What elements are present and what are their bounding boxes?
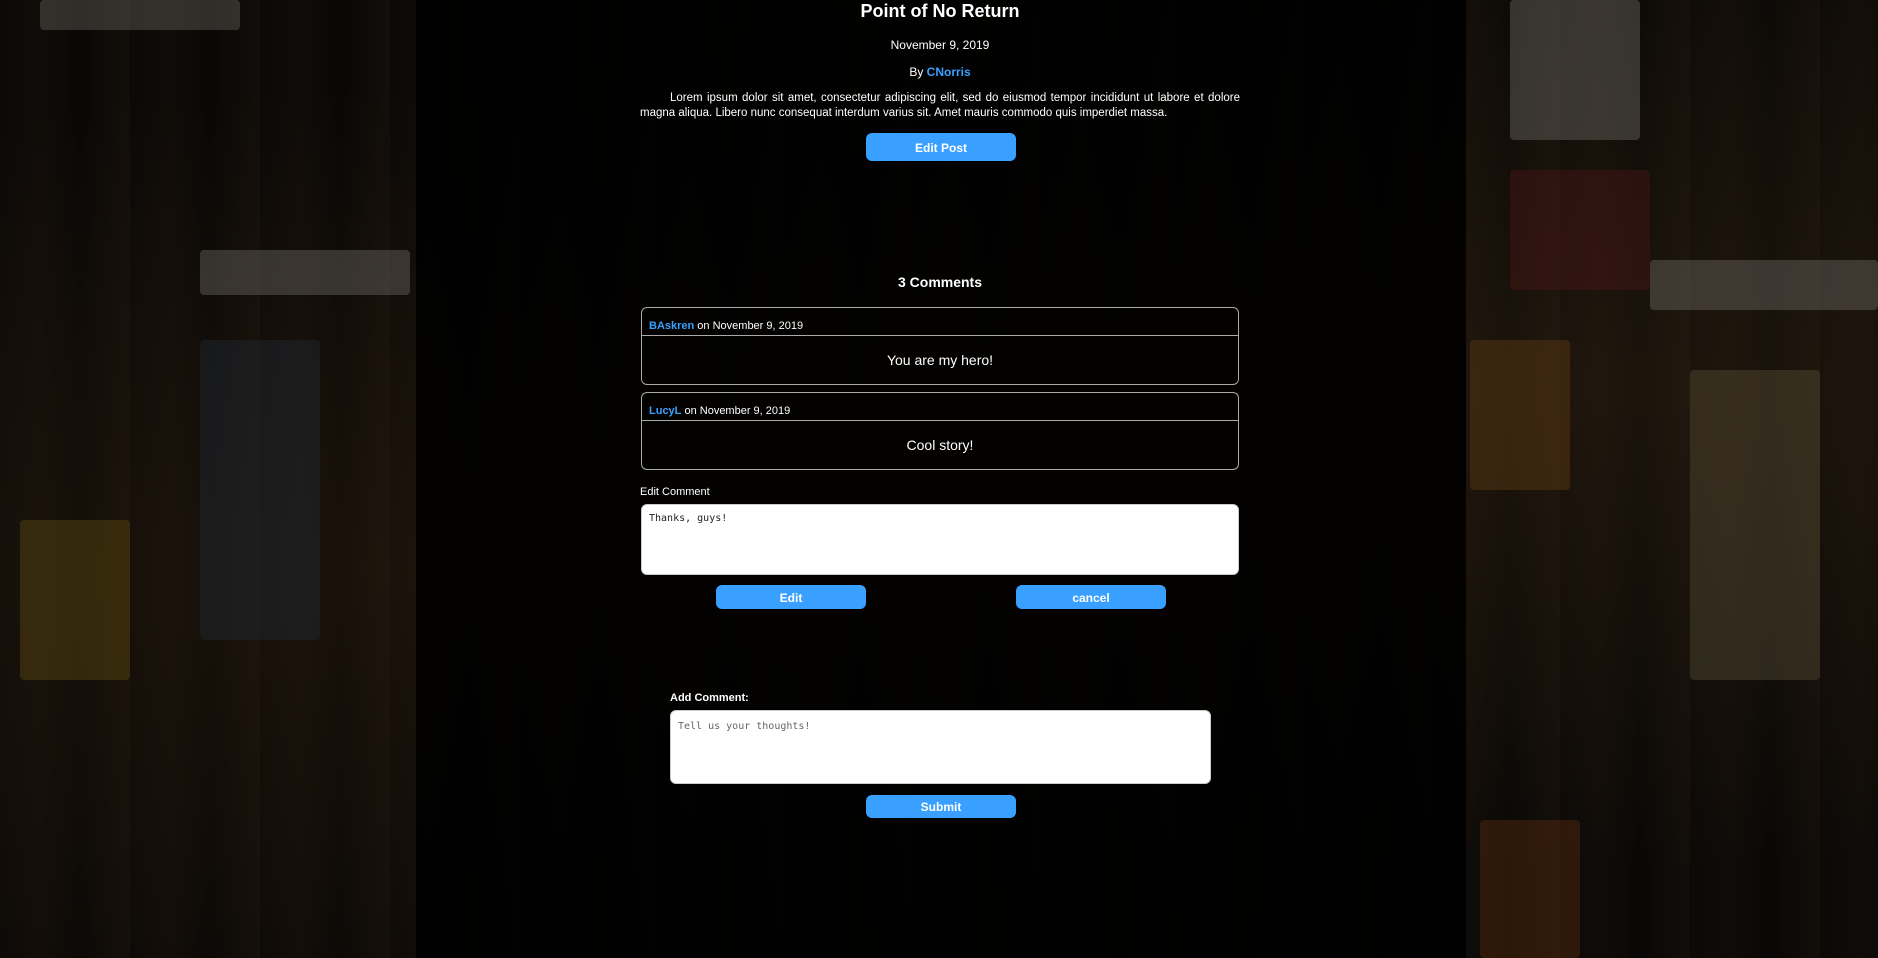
comment-text: You are my hero!	[886, 352, 994, 368]
post-title: Point of No Return	[860, 1, 1020, 21]
comment-card: BAskren on November 9, 2019 You are my h…	[641, 307, 1239, 385]
post-date: November 9, 2019	[890, 38, 990, 52]
comment-text: Cool story!	[906, 437, 974, 453]
comment-author-link[interactable]: BAskren	[649, 320, 694, 332]
edit-post-button[interactable]: Edit Post	[866, 133, 1016, 161]
post-author-link[interactable]: CNorris	[927, 65, 971, 79]
add-comment-textarea[interactable]	[670, 710, 1211, 784]
edit-comment-textarea[interactable]: Thanks, guys!	[641, 504, 1239, 575]
comment-author-link[interactable]: LucyL	[649, 405, 681, 417]
edit-comment-label: Edit Comment	[640, 486, 710, 498]
comment-header: BAskren on November 9, 2019	[642, 308, 1238, 336]
comment-card: LucyL on November 9, 2019 Cool story!	[641, 392, 1239, 470]
comment-header: LucyL on November 9, 2019	[642, 393, 1238, 421]
edit-comment-button[interactable]: Edit	[716, 585, 866, 609]
comment-date: on November 9, 2019	[694, 320, 804, 332]
comments-count: 3 Comments	[897, 274, 983, 290]
comment-date: on November 9, 2019	[681, 405, 791, 417]
by-label: By	[909, 65, 924, 79]
cancel-edit-button[interactable]: cancel	[1016, 585, 1166, 609]
add-comment-label: Add Comment:	[670, 692, 749, 704]
post-body: Lorem ipsum dolor sit amet, consectetur …	[640, 92, 1240, 119]
submit-comment-button[interactable]: Submit	[866, 795, 1016, 818]
post-byline: By CNorris	[640, 65, 1240, 79]
